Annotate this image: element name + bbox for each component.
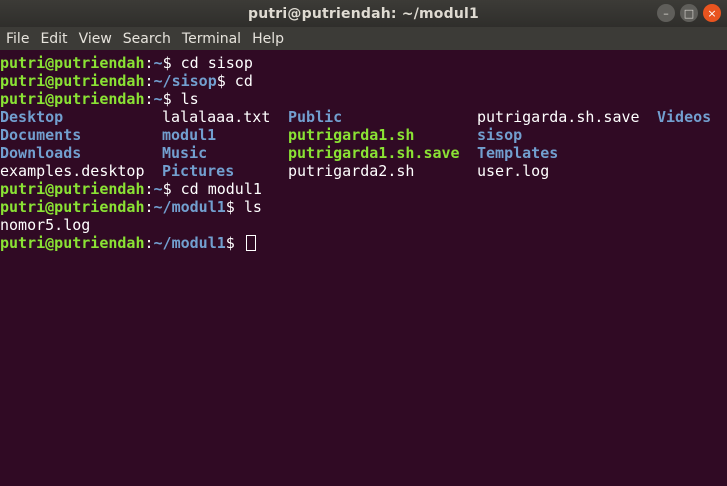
ls-row: Desktop lalalaaa.txt Public putrigarda.s… bbox=[0, 108, 727, 126]
ls-row: examples.desktop Pictures putrigarda2.sh… bbox=[0, 162, 727, 180]
prompt-line: putri@putriendah:~/modul1$ bbox=[0, 234, 727, 252]
terminal-output[interactable]: putri@putriendah:~$ cd sisop putri@putri… bbox=[0, 50, 727, 486]
ls-entry-directory: sisop bbox=[477, 126, 523, 144]
menu-search[interactable]: Search bbox=[117, 31, 176, 47]
prompt-user: putri@putriendah bbox=[0, 198, 145, 216]
minimize-icon: – bbox=[663, 6, 669, 20]
close-button[interactable]: × bbox=[703, 4, 721, 22]
menu-file[interactable]: File bbox=[0, 31, 34, 47]
ls-entry-file: lalalaaa.txt bbox=[162, 108, 271, 126]
prompt-user: putri@putriendah bbox=[0, 90, 145, 108]
maximize-icon: □ bbox=[683, 6, 695, 20]
prompt-line: putri@putriendah:~/modul1$ ls bbox=[0, 198, 262, 216]
ls-entry-executable: putrigarda1.sh bbox=[288, 126, 415, 144]
menu-edit[interactable]: Edit bbox=[34, 31, 72, 47]
ls-entry-file: putrigarda2.sh bbox=[288, 162, 415, 180]
command-text: cd modul1 bbox=[171, 180, 262, 198]
ls-entry-directory: Videos bbox=[657, 108, 712, 126]
text-cursor bbox=[245, 235, 256, 251]
command-text: cd sisop bbox=[171, 54, 253, 72]
minimize-button[interactable]: – bbox=[657, 4, 675, 22]
window-controls: – □ × bbox=[657, 4, 721, 22]
window-title: putri@putriendah: ~/modul1 bbox=[248, 5, 479, 22]
prompt-user: putri@putriendah bbox=[0, 72, 145, 90]
ls-row: Documents modul1 putrigarda1.sh sisop bbox=[0, 126, 727, 144]
prompt-line: putri@putriendah:~$ ls bbox=[0, 90, 199, 108]
ls-row: Downloads Music putrigarda1.sh.save Temp… bbox=[0, 144, 727, 162]
command-text bbox=[235, 234, 244, 252]
ls-entry-file: examples.desktop bbox=[0, 162, 145, 180]
ls-row: nomor5.log bbox=[0, 216, 727, 234]
prompt-user: putri@putriendah bbox=[0, 234, 145, 252]
ls-entry-directory: modul1 bbox=[162, 126, 217, 144]
prompt-path: ~ bbox=[153, 90, 163, 108]
prompt-path: ~/modul1 bbox=[153, 234, 226, 252]
prompt-line: putri@putriendah:~/sisop$ cd bbox=[0, 72, 253, 90]
ls-entry-executable: putrigarda1.sh.save bbox=[288, 144, 460, 162]
prompt-line: putri@putriendah:~$ cd modul1 bbox=[0, 180, 262, 198]
command-text: ls bbox=[171, 90, 199, 108]
close-icon: × bbox=[707, 6, 717, 20]
ls-entry-file: putrigarda.sh.save bbox=[477, 108, 640, 126]
menu-view[interactable]: View bbox=[73, 31, 117, 47]
ls-entry-directory: Documents bbox=[0, 126, 82, 144]
prompt-user: putri@putriendah bbox=[0, 54, 145, 72]
ls-entry-directory: Public bbox=[288, 108, 343, 126]
menu-help[interactable]: Help bbox=[246, 31, 289, 47]
maximize-button[interactable]: □ bbox=[680, 4, 698, 22]
prompt-user: putri@putriendah bbox=[0, 180, 145, 198]
menu-bar: File Edit View Search Terminal Help bbox=[0, 27, 727, 50]
ls-entry-file: nomor5.log bbox=[0, 216, 91, 234]
ls-entry-directory: Music bbox=[162, 144, 208, 162]
ls-entry-file: user.log bbox=[477, 162, 550, 180]
ls-entry-directory: Desktop bbox=[0, 108, 64, 126]
prompt-path: ~ bbox=[153, 54, 163, 72]
ls-entry-directory: Templates bbox=[477, 144, 559, 162]
title-bar: putri@putriendah: ~/modul1 – □ × bbox=[0, 0, 727, 27]
ls-entry-directory: Downloads bbox=[0, 144, 82, 162]
prompt-line: putri@putriendah:~$ cd sisop bbox=[0, 54, 253, 72]
command-text: cd bbox=[225, 72, 253, 90]
prompt-path: ~ bbox=[153, 180, 163, 198]
prompt-path: ~/sisop bbox=[153, 72, 217, 90]
ls-entry-directory: Pictures bbox=[162, 162, 235, 180]
menu-terminal[interactable]: Terminal bbox=[176, 31, 246, 47]
command-text: ls bbox=[234, 198, 262, 216]
prompt-path: ~/modul1 bbox=[153, 198, 226, 216]
